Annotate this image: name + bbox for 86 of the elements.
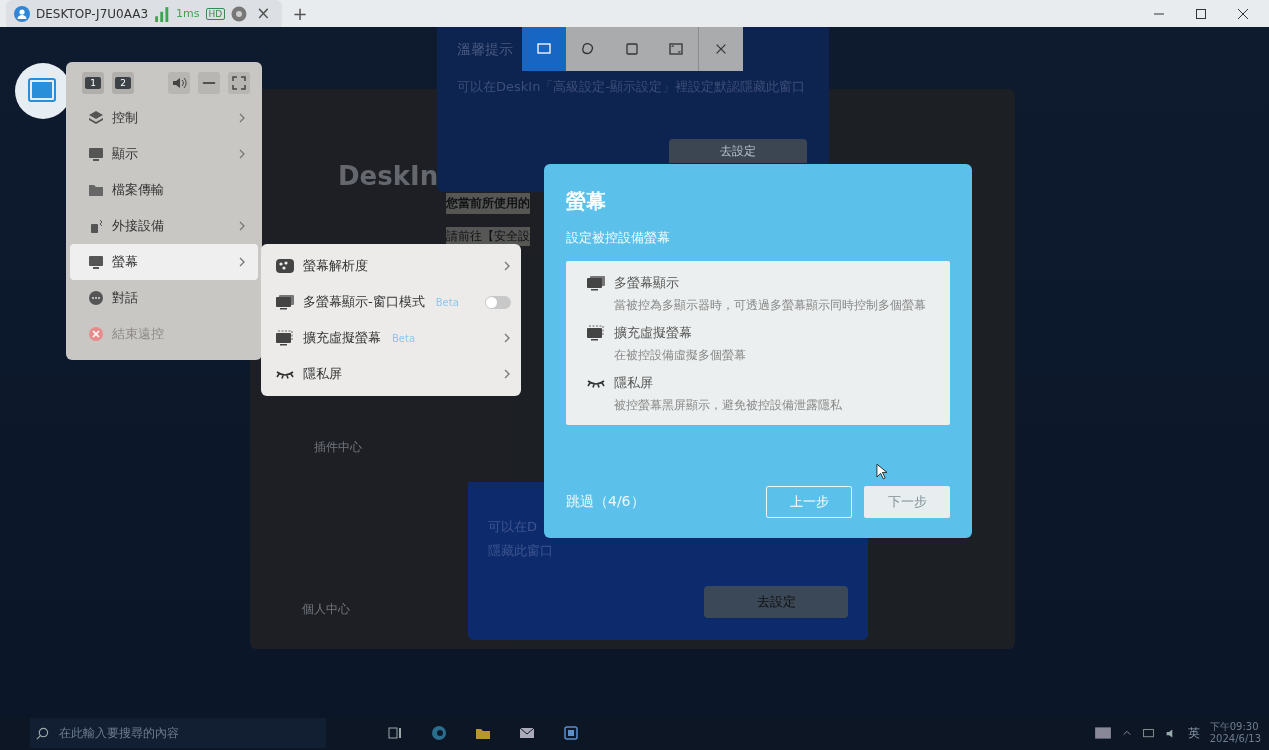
submenu-item[interactable]: 多螢幕顯示-窗口模式 Beta	[261, 284, 521, 320]
app-icon[interactable]	[562, 725, 580, 741]
rectangle-icon	[536, 41, 552, 57]
caret-icon[interactable]	[1121, 728, 1132, 738]
chevron-icon	[238, 256, 246, 268]
close-icon[interactable]	[1237, 7, 1249, 20]
plugin-center-text: 插件中心	[314, 439, 362, 456]
feature-title: 隱私屏	[614, 374, 654, 392]
new-tab-button[interactable]: +	[289, 4, 311, 23]
monitor-button[interactable]: 1	[82, 72, 104, 94]
minimize-button[interactable]	[198, 72, 220, 94]
minimize-icon	[202, 82, 216, 84]
close-icon	[714, 42, 728, 56]
menu-item[interactable]: 螢幕	[70, 244, 258, 280]
fullscreen-icon	[668, 41, 684, 57]
chevron-icon	[238, 112, 246, 124]
menu-item[interactable]: 控制	[70, 100, 258, 136]
record-icon[interactable]	[231, 5, 248, 22]
menu-item-icon	[88, 182, 104, 198]
feature-title: 多螢幕顯示	[614, 274, 680, 292]
menu-item[interactable]: 顯示	[70, 136, 258, 172]
fullscreen-snip-button[interactable]	[654, 27, 698, 71]
mail-icon[interactable]	[518, 725, 536, 741]
chevron-icon	[238, 220, 246, 232]
window-icon	[624, 41, 640, 57]
session-tab[interactable]: DESKTOP-J7U0AA3 1ms HD ×	[6, 0, 282, 27]
monitor-icon	[275, 330, 295, 346]
monitor-icon	[275, 294, 295, 310]
menu-item[interactable]: 對話	[70, 280, 258, 316]
chevron-icon	[238, 148, 246, 160]
palette-icon	[275, 258, 295, 274]
session-title: DESKTOP-J7U0AA3	[36, 6, 149, 21]
menu-item[interactable]: 外接設備	[70, 208, 258, 244]
chevron-icon	[503, 332, 511, 344]
menu-item-icon	[88, 110, 104, 126]
monitor-icon	[28, 77, 58, 105]
menu-item[interactable]: 檔案傳輸	[70, 172, 258, 208]
volume-button[interactable]	[168, 72, 190, 94]
chevron-icon	[503, 368, 511, 380]
close-tab-button[interactable]: ×	[253, 5, 274, 22]
beta-label: Beta	[434, 296, 460, 308]
menu-item-icon	[88, 218, 104, 234]
clock[interactable]: 下午09:30 2024/6/13	[1209, 721, 1261, 745]
submenu-item[interactable]: 擴充虛擬螢幕 Beta	[261, 320, 521, 356]
browser-icon[interactable]	[430, 725, 448, 741]
search-icon	[36, 726, 49, 740]
guide-title: 螢幕	[566, 188, 607, 215]
settings-button[interactable]: 去設定	[669, 139, 807, 163]
rectangle-snip-button[interactable]	[522, 27, 566, 71]
search-field[interactable]: 在此輸入要搜尋的內容	[30, 718, 326, 748]
keyboard-icon[interactable]	[1093, 725, 1112, 741]
menu-item-icon	[88, 290, 104, 306]
task-view-icon[interactable]	[386, 725, 404, 741]
signal-icon	[154, 5, 171, 22]
menu-item-icon	[88, 254, 104, 270]
mouse-pointer-icon	[876, 463, 887, 480]
freeform-icon	[580, 41, 596, 57]
monitor-icon	[586, 325, 606, 341]
notice-title: 溫馨提示	[457, 41, 513, 59]
fullscreen-icon	[231, 75, 247, 91]
fullscreen-button[interactable]	[228, 72, 250, 94]
background-text: 請前往【安全設	[446, 227, 530, 246]
user-icon	[14, 5, 30, 22]
monitor-button[interactable]: 2	[112, 72, 134, 94]
network-icon[interactable]	[1141, 726, 1155, 740]
feature-description: 當被控為多顯示器時，可透過多螢幕顯示同時控制多個螢幕	[614, 297, 926, 314]
speaker-icon	[171, 75, 187, 91]
profile-center-text: 個人中心	[302, 601, 350, 618]
toggle-switch[interactable]	[485, 295, 511, 309]
feature-description: 在被控設備虛擬多個螢幕	[614, 347, 746, 364]
app-logo-text: DeskIn	[338, 161, 439, 191]
submenu-item[interactable]: 隱私屏	[261, 356, 521, 392]
maximize-icon[interactable]	[1195, 7, 1207, 20]
background-text: 您當前所使用的	[446, 193, 530, 214]
menu-item-icon	[88, 326, 104, 342]
latency-text: 1ms	[176, 7, 200, 20]
guide-subtitle: 設定被控設備螢幕	[566, 229, 671, 247]
submenu-item[interactable]: 螢幕解析度	[261, 248, 521, 284]
input-method-text[interactable]: 英	[1187, 724, 1200, 742]
feature-title: 擴充虛擬螢幕	[614, 324, 693, 342]
feature-description: 被控螢幕黑屏顯示，避免被控設備泄露隱私	[614, 397, 842, 414]
freeform-snip-button[interactable]	[566, 27, 610, 71]
chevron-icon	[503, 260, 511, 272]
menu-item-icon	[88, 146, 104, 162]
beta-label: Beta	[391, 332, 417, 344]
monitor-icon	[586, 275, 606, 291]
